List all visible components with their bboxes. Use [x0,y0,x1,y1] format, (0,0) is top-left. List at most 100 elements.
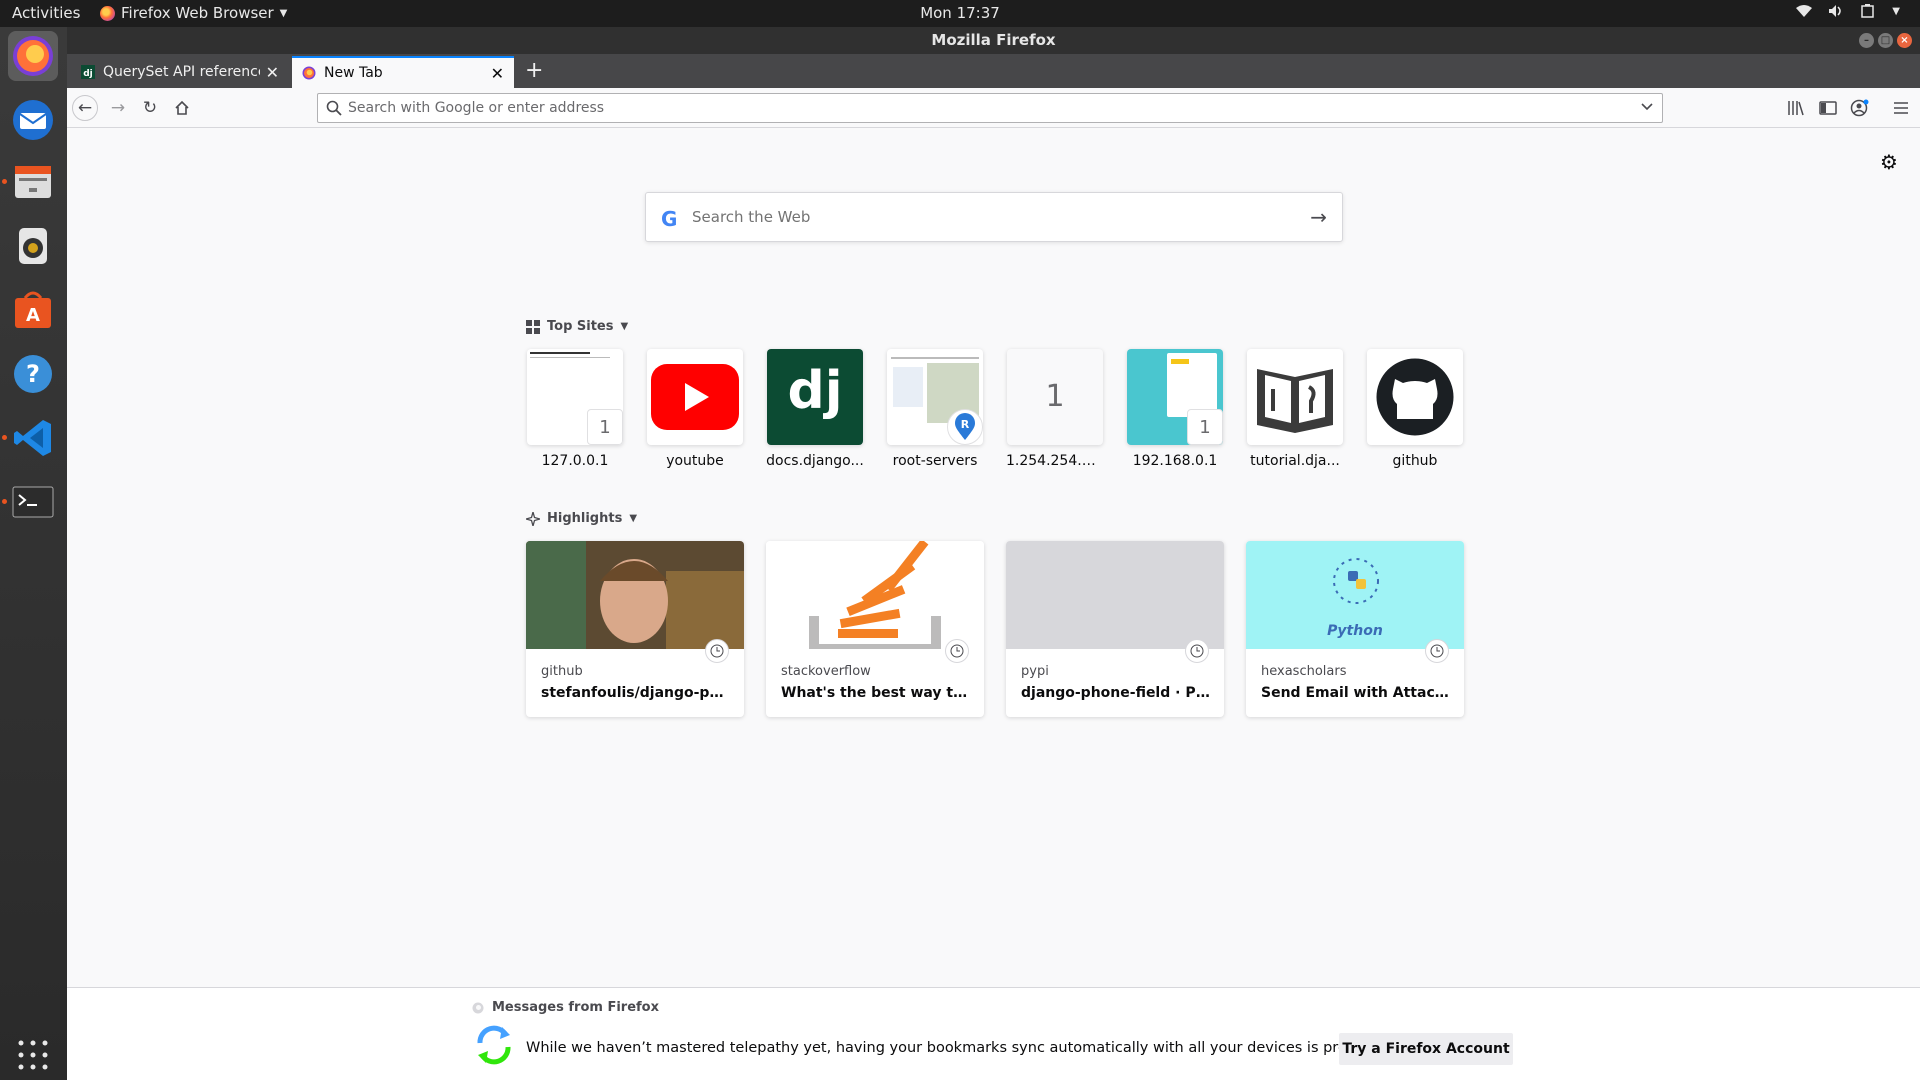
tile-label: 127.0.0.1 [541,453,609,469]
new-tab-button[interactable]: + [525,58,543,83]
message-heading: Messages from Firefox [492,1000,659,1015]
url-bar[interactable]: Search with Google or enter address [317,93,1663,123]
tile-label: root-servers [892,453,978,469]
card-title: What's the best way to st... [781,685,971,701]
top-sites-header[interactable]: Top Sites ▼ [526,319,628,334]
gear-icon: ⚙ [1880,150,1898,174]
github-logo-icon [1373,355,1457,439]
top-site-tile[interactable]: 1 1.254.254.254 [1006,349,1104,469]
top-site-tile[interactable]: youtube [646,349,744,469]
highlight-card[interactable]: github stefanfoulis/django-phon... [526,541,744,717]
dock-firefox[interactable] [8,31,58,81]
highlights-header[interactable]: Highlights ▼ [526,511,637,526]
close-tab-icon[interactable]: ✕ [266,63,279,82]
forward-button[interactable]: → [105,96,131,120]
top-site-tile[interactable]: R root-servers [886,349,984,469]
back-button[interactable]: ← [72,95,98,121]
message-header: Messages from Firefox [472,1000,659,1015]
dock: A ? [0,27,67,1080]
window-title: Mozilla Firefox [931,31,1056,49]
firefox-message-bar: Messages from Firefox While we haven’t m… [67,987,1920,1080]
reload-icon: ↻ [142,98,158,118]
dock-vscode[interactable] [2,413,58,463]
dock-software[interactable]: A [8,285,58,335]
search-go-icon[interactable]: → [1310,205,1327,229]
close-window-button[interactable]: × [1897,33,1912,48]
tab-queryset-api[interactable]: dj QuerySet API reference | Django ✕ [71,56,289,88]
top-site-tile[interactable]: 1 192.168.0.1 [1126,349,1224,469]
card-source: hexascholars [1261,664,1347,679]
search-placeholder: Search the Web [692,208,811,226]
map-pin-icon: R [955,413,975,440]
home-button[interactable] [169,96,195,120]
youtube-logo-icon [651,364,739,430]
history-clock-icon [1185,639,1209,663]
account-button[interactable] [1849,98,1871,118]
dock-help[interactable]: ? [8,349,58,399]
highlight-card[interactable]: stackoverflow What's the best way to st.… [766,541,984,717]
tile-thumbnail [647,349,743,445]
card-image [526,541,744,649]
chevron-down-icon[interactable] [1640,100,1654,114]
card-image: Python [1246,541,1464,649]
top-site-tile[interactable]: dj docs.django... [766,349,864,469]
sidebar-button[interactable] [1817,98,1839,118]
top-site-tile[interactable]: github [1366,349,1464,469]
tile-label: tutorial.dja... [1250,453,1340,469]
show-applications-button[interactable] [8,1030,58,1080]
tab-new-tab[interactable]: New Tab ✕ [292,56,514,88]
svg-text:?: ? [26,360,40,388]
google-logo-icon: G [661,207,678,231]
card-source: github [541,664,583,679]
card-image-caption: Python [1327,623,1383,639]
app-grid-icon [18,1040,48,1070]
try-firefox-account-button[interactable]: Try a Firefox Account [1339,1033,1513,1065]
customize-gear-button[interactable]: ⚙ [1880,150,1898,174]
web-search-box[interactable]: G Search the Web → [645,192,1343,242]
battery-icon [1861,4,1875,18]
card-title: django-phone-field · PyPI [1021,685,1211,701]
top-site-tile[interactable]: 1 127.0.0.1 [526,349,624,469]
grid-icon [526,319,540,334]
clock[interactable]: Mon 17:37 [0,4,1920,22]
history-clock-icon [705,639,729,663]
arrow-right-icon: → [110,98,126,118]
stackoverflow-logo-icon [766,541,984,649]
tile-thumbnail: 1 [527,349,623,445]
minimize-button[interactable]: – [1859,33,1874,48]
highlight-card[interactable]: pypi django-phone-field · PyPI [1006,541,1224,717]
tile-label: docs.django... [766,453,864,469]
url-bar-placeholder: Search with Google or enter address [348,100,605,116]
tile-label: 1.254.254.254 [1006,453,1104,469]
library-button[interactable] [1785,98,1807,118]
top-sites-heading: Top Sites [547,319,614,334]
files-icon [15,166,51,198]
maximize-button[interactable]: □ [1878,33,1893,48]
tab-title: New Tab [324,65,383,81]
open-menu-button[interactable] [1890,98,1912,118]
dock-terminal[interactable] [2,477,58,527]
close-tab-icon[interactable]: ✕ [491,64,504,83]
dock-files[interactable] [2,157,58,207]
software-center-icon: A [15,291,51,328]
svg-text:R: R [961,418,970,431]
card-title: Send Email with Attachm... [1261,685,1451,701]
running-indicator [2,435,7,440]
account-icon [1850,99,1869,117]
dock-rhythmbox[interactable] [8,221,58,271]
library-icon [1788,101,1804,116]
highlight-card[interactable]: Python hexascholars Send Email with Atta… [1246,541,1464,717]
navigation-toolbar: ← → ↻ Search with Google or enter addres… [67,88,1920,128]
system-tray[interactable]: ▼ [1796,4,1900,18]
svg-text:A: A [26,305,40,326]
volume-icon [1829,5,1842,17]
dock-thunderbird[interactable] [8,95,58,145]
tile-thumbnail [1247,349,1343,445]
hamburger-menu-icon [1894,102,1908,114]
help-icon: ? [14,355,52,393]
top-site-tile[interactable]: tutorial.dja... [1246,349,1344,469]
reload-button[interactable]: ↻ [137,96,163,120]
svg-text:dj: dj [83,69,93,79]
history-clock-icon [1425,639,1449,663]
window-titlebar[interactable]: Mozilla Firefox – □ × [67,27,1920,54]
